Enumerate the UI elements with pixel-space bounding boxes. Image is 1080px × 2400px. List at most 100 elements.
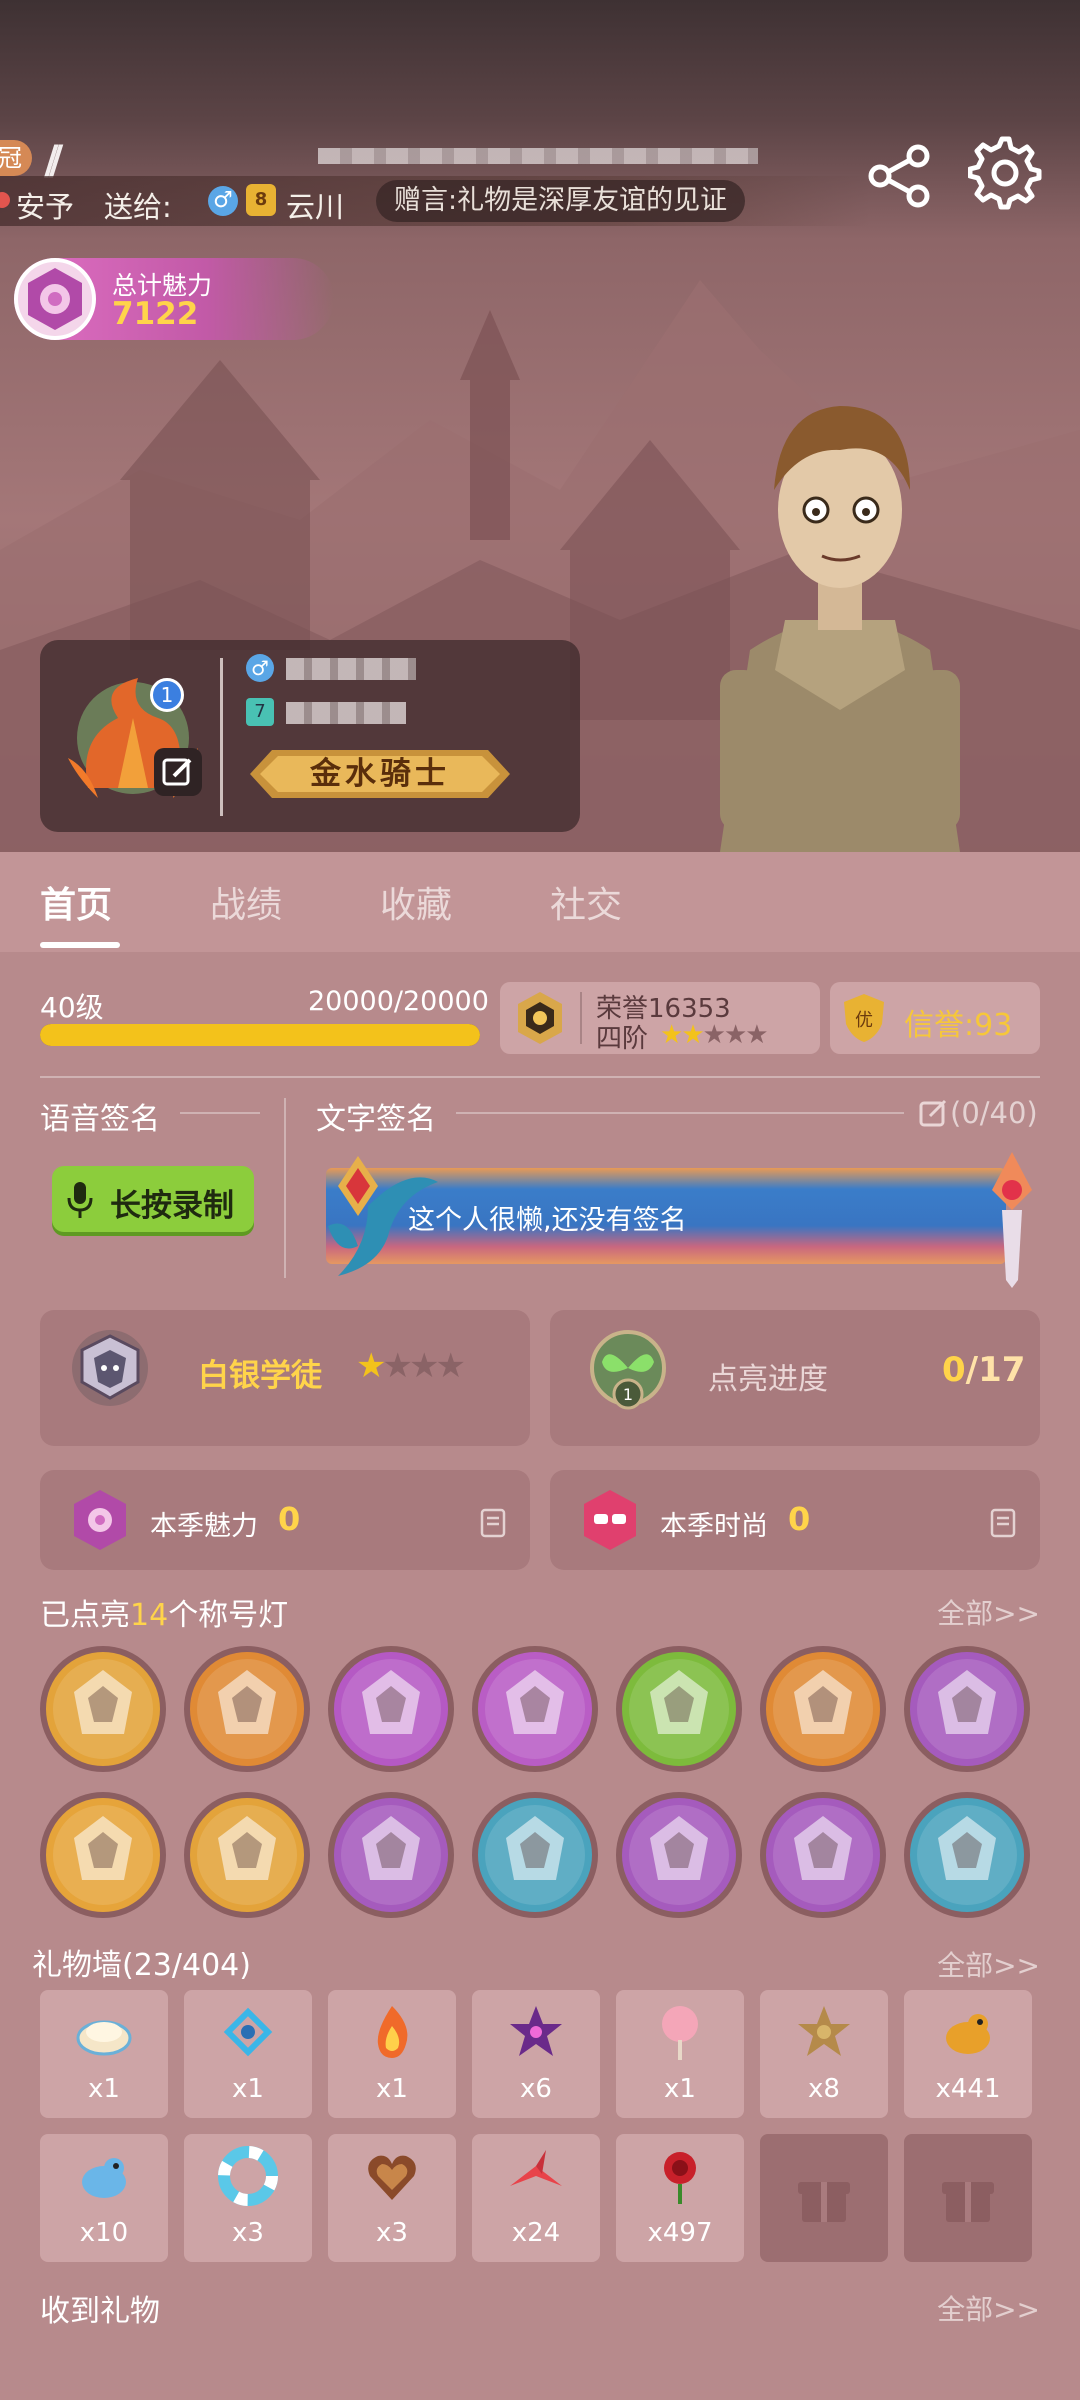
- title-light-emblem-icon: [629, 1805, 729, 1905]
- life-ring-icon: [218, 2146, 278, 2206]
- gift-count: x1: [232, 2074, 264, 2104]
- voice-signature-label: 语音签名: [40, 1102, 160, 1137]
- svg-text:1: 1: [623, 1385, 633, 1404]
- title-light-badge[interactable]: [328, 1646, 454, 1772]
- golden-bird-icon: [946, 2014, 990, 2054]
- received-gifts-heading: 收到礼物: [40, 2294, 160, 2329]
- gift-wall-heading: 礼物墙(23/404): [32, 1948, 251, 1983]
- season-charm-icon: [74, 1490, 126, 1550]
- title-light-emblem-icon: [341, 1659, 441, 1759]
- ribbon-left-ornament-icon: [328, 1156, 438, 1276]
- male-icon: ♂: [246, 654, 274, 682]
- gift-slot-empty[interactable]: [760, 2134, 888, 2262]
- share-icon[interactable]: [866, 140, 936, 210]
- title-light-badge[interactable]: [472, 1646, 598, 1772]
- section-divider: [40, 1076, 1040, 1078]
- id-tag-icon: 7: [246, 698, 274, 726]
- tab-social[interactable]: 社交: [550, 876, 622, 928]
- rank-card[interactable]: 白银学徒 ★★★★: [40, 1310, 530, 1446]
- star-empty-icon: ★: [408, 1346, 440, 1386]
- edit-signature-icon[interactable]: [918, 1098, 948, 1128]
- season-charm-label: 本季魅力: [150, 1511, 258, 1542]
- title-light-emblem-icon: [485, 1659, 585, 1759]
- title-light-emblem-icon: [53, 1805, 153, 1905]
- gift-wall-more-link[interactable]: 全部>>: [937, 1944, 1040, 1984]
- title-light-badge[interactable]: [904, 1646, 1030, 1772]
- credit-box[interactable]: 优 信誉:93: [830, 982, 1040, 1054]
- gift-count: x6: [520, 2074, 552, 2104]
- gear-icon[interactable]: [968, 136, 1042, 210]
- title-light-badge[interactable]: [40, 1646, 166, 1772]
- gift-slot[interactable]: x3: [328, 2134, 456, 2262]
- voice-signature-line: [180, 1112, 260, 1114]
- gift-slot[interactable]: x24: [472, 2134, 600, 2262]
- rank-badge: 冠: [0, 140, 32, 176]
- gift-box-icon: [942, 2182, 994, 2222]
- title-light-badge[interactable]: [472, 1792, 598, 1918]
- title-light-badge[interactable]: [760, 1792, 886, 1918]
- avatar-level-badge: 1: [150, 678, 184, 712]
- season-charm-card[interactable]: 本季魅力 0: [40, 1470, 530, 1570]
- gift-slot[interactable]: x1: [40, 1990, 168, 2118]
- lighting-progress-card[interactable]: 1 点亮进度 0/17: [550, 1310, 1040, 1446]
- character-illustration: [720, 406, 960, 852]
- document-icon[interactable]: [990, 1508, 1018, 1538]
- star-empty-icon: ★: [745, 1020, 768, 1050]
- title-light-badge[interactable]: [40, 1792, 166, 1918]
- gift-count: x24: [511, 2218, 561, 2248]
- received-gifts-more-link[interactable]: 全部>>: [937, 2288, 1040, 2328]
- butterfly-badge-icon: 1: [590, 1330, 666, 1410]
- gift-slot[interactable]: x8: [760, 1990, 888, 2118]
- level-progress-bar: [40, 1024, 480, 1046]
- title-light-badge[interactable]: [616, 1646, 742, 1772]
- gift-count: x3: [376, 2218, 408, 2248]
- ribbon-right-ornament-icon: [992, 1152, 1032, 1288]
- star-filled-icon: ★: [356, 1346, 387, 1386]
- gift-slot[interactable]: x1: [616, 1990, 744, 2118]
- blue-bird-icon: [82, 2158, 126, 2198]
- level-exp: 20000/20000: [308, 986, 489, 1017]
- tab-home[interactable]: 首页: [40, 876, 112, 928]
- gift-slot[interactable]: x497: [616, 2134, 744, 2262]
- title-lights-more-link[interactable]: 全部>>: [937, 1592, 1040, 1632]
- rank-name: 白银学徒: [198, 1358, 322, 1394]
- gift-slot[interactable]: x1: [184, 1990, 312, 2118]
- title-light-badge[interactable]: [184, 1646, 310, 1772]
- honor-emblem-icon: [518, 992, 562, 1044]
- gift-slot[interactable]: x441: [904, 1990, 1032, 2118]
- star-filled-icon: ★: [660, 1020, 683, 1050]
- title-light-emblem-icon: [485, 1805, 585, 1905]
- title-light-badge[interactable]: [616, 1792, 742, 1918]
- tab-collection[interactable]: 收藏: [380, 876, 452, 928]
- gift-slot[interactable]: x6: [472, 1990, 600, 2118]
- gift-slot[interactable]: x10: [40, 2134, 168, 2262]
- hold-to-record-button[interactable]: 长按录制: [52, 1166, 254, 1232]
- season-fashion-icon: [584, 1490, 636, 1550]
- star-empty-icon: ★: [435, 1346, 466, 1386]
- star-filled-icon: ★: [681, 1020, 704, 1050]
- gift-slot[interactable]: x1: [328, 1990, 456, 2118]
- title-light-emblem-icon: [341, 1805, 441, 1905]
- star-icon: [510, 2006, 562, 2056]
- gift-slot[interactable]: x3: [184, 2134, 312, 2262]
- tab-record[interactable]: 战绩: [210, 876, 282, 928]
- honor-stars: ★★★★★: [660, 1020, 769, 1050]
- gift-count: x8: [808, 2074, 840, 2104]
- season-fashion-card[interactable]: 本季时尚 0: [550, 1470, 1040, 1570]
- title-light-badge[interactable]: [760, 1646, 886, 1772]
- gift-count: x10: [79, 2218, 129, 2248]
- microphone-icon: [67, 1182, 93, 1218]
- title-light-badge[interactable]: [184, 1792, 310, 1918]
- signature-text: 这个人很懒,还没有签名: [408, 1205, 687, 1236]
- gift-slot-empty[interactable]: [904, 2134, 1032, 2262]
- honor-box[interactable]: 荣誉16353 四阶 ★★★★★: [500, 982, 820, 1054]
- honor-rank: 四阶: [596, 1024, 649, 1054]
- edit-avatar-button[interactable]: [154, 748, 202, 796]
- title-light-badge[interactable]: [328, 1792, 454, 1918]
- text-signature-label: 文字签名: [316, 1102, 436, 1137]
- title-light-badge[interactable]: [904, 1792, 1030, 1918]
- profile-card[interactable]: 1 ♂ 7 金水骑士: [40, 640, 580, 832]
- document-icon[interactable]: [480, 1508, 508, 1538]
- credit-shield-icon: 优: [844, 994, 884, 1042]
- flame-icon: [377, 2006, 408, 2058]
